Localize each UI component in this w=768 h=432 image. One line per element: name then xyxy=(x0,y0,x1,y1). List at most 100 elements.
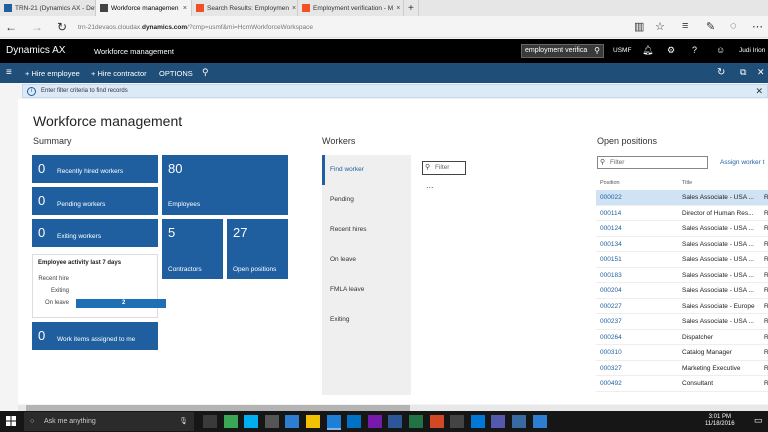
notification-icon[interactable]: ▭ xyxy=(754,415,763,426)
table-row[interactable]: 000237 Sales Associate - USA ... R xyxy=(596,314,768,330)
options-button[interactable]: OPTIONS xyxy=(159,69,193,78)
global-search-input[interactable]: employment verifica ⚲ xyxy=(521,44,604,58)
column-header-position[interactable]: Position xyxy=(600,180,620,186)
forward-arrow-icon[interactable]: → xyxy=(30,20,44,34)
word-icon[interactable] xyxy=(388,415,403,428)
positions-filter-input[interactable]: ⚲ Filter xyxy=(597,156,708,169)
edge-icon[interactable] xyxy=(326,415,341,428)
browser-tab[interactable]: Search Results: Employmen × xyxy=(192,0,298,16)
share-icon[interactable]: ◌ xyxy=(730,20,737,32)
onenote-icon[interactable] xyxy=(367,415,382,428)
position-cell[interactable]: 000134 xyxy=(600,237,622,252)
workers-nav-recent-hires[interactable]: Recent hires xyxy=(330,226,367,233)
employee-activity-chart[interactable]: Employee activity last 7 days Recent hir… xyxy=(32,254,166,318)
tile-exiting-workers[interactable]: 0 Exiting workers xyxy=(32,219,158,247)
refresh-icon[interactable]: ↻ xyxy=(55,20,69,34)
hamburger-menu-icon[interactable]: ≡ xyxy=(6,67,12,78)
refresh-icon[interactable]: ↻ xyxy=(717,67,725,78)
company-picker[interactable]: USMF xyxy=(613,47,631,54)
position-cell[interactable]: 000204 xyxy=(600,283,622,298)
worker-filter-input[interactable]: ⚲ Filter xyxy=(422,161,466,175)
app-icon[interactable] xyxy=(532,415,547,428)
tile-recently-hired-workers[interactable]: 0 Recently hired workers xyxy=(32,155,158,183)
position-cell[interactable]: 000151 xyxy=(600,252,622,267)
settings-icon[interactable] xyxy=(450,415,465,428)
gear-icon[interactable]: ⚙ xyxy=(667,45,675,56)
back-arrow-icon[interactable]: ← xyxy=(4,20,18,34)
microphone-icon[interactable]: 🎙︎ xyxy=(179,412,188,431)
position-cell[interactable]: 000264 xyxy=(600,330,622,345)
table-row[interactable]: 000124 Sales Associate - USA ... R xyxy=(596,221,768,237)
table-row[interactable]: 000114 Director of Human Res... R xyxy=(596,206,768,221)
workers-nav-pending[interactable]: Pending xyxy=(330,196,354,203)
windows-start-icon[interactable] xyxy=(6,416,16,426)
table-row[interactable]: 000134 Sales Associate - USA ... R xyxy=(596,237,768,252)
position-cell[interactable]: 000237 xyxy=(600,314,622,329)
close-icon[interactable]: × xyxy=(289,5,296,12)
position-cell[interactable]: 000492 xyxy=(600,376,622,391)
table-row[interactable]: 000310 Catalog Manager R xyxy=(596,345,768,361)
reading-view-icon[interactable]: ▥ xyxy=(634,20,644,33)
user-name[interactable]: Judi Irion xyxy=(739,47,765,54)
workers-nav-fmla-leave[interactable]: FMLA leave xyxy=(330,286,364,293)
position-cell[interactable]: 000183 xyxy=(600,268,622,283)
close-icon[interactable]: × xyxy=(393,5,400,12)
system-clock[interactable]: 3:01 PM 11/18/2016 xyxy=(705,414,735,428)
search-icon[interactable]: ⚲ xyxy=(594,45,600,57)
url-field[interactable]: trn-21devaos.cloudax.dynamics.com/?cmp=u… xyxy=(78,21,598,34)
position-cell[interactable]: 000227 xyxy=(600,299,622,314)
position-cell[interactable]: 000022 xyxy=(600,190,622,205)
close-icon[interactable]: ✕ xyxy=(755,86,763,97)
photos-icon[interactable] xyxy=(285,415,300,428)
folder-icon[interactable] xyxy=(306,415,320,428)
hire-contractor-button[interactable]: + Hire contractor xyxy=(91,69,147,78)
module-title[interactable]: Workforce management xyxy=(94,47,174,56)
teams-icon[interactable] xyxy=(491,415,506,428)
yammer-icon[interactable] xyxy=(512,415,526,428)
brand-title[interactable]: Dynamics AX xyxy=(6,45,65,56)
powerpoint-icon[interactable] xyxy=(429,415,444,428)
mail-icon[interactable] xyxy=(470,415,485,428)
column-header-title[interactable]: Title xyxy=(682,180,692,186)
hub-icon[interactable]: ≡ xyxy=(682,20,688,32)
help-icon[interactable]: ? xyxy=(692,45,697,55)
store-icon[interactable] xyxy=(264,415,279,428)
table-row[interactable]: 000022 Sales Associate - USA ... R xyxy=(596,190,768,206)
taskbar-search-box[interactable]: ○ Ask me anything 🎙︎ xyxy=(24,412,194,431)
skype-icon[interactable] xyxy=(244,415,259,428)
favorite-star-icon[interactable]: ☆ xyxy=(655,20,665,33)
close-icon[interactable]: × xyxy=(180,5,187,12)
web-note-icon[interactable]: ✎ xyxy=(706,20,715,33)
table-row[interactable]: 000183 Sales Associate - USA ... R xyxy=(596,268,768,283)
position-cell[interactable]: 000327 xyxy=(600,361,622,376)
position-cell[interactable]: 000124 xyxy=(600,221,622,236)
table-row[interactable]: 000151 Sales Associate - USA ... R xyxy=(596,252,768,268)
workers-nav-find-worker[interactable]: Find worker xyxy=(330,166,364,173)
tile-pending-workers[interactable]: 0 Pending workers xyxy=(32,187,158,215)
excel-icon[interactable] xyxy=(409,415,423,428)
table-row[interactable]: 000204 Sales Associate - USA ... R xyxy=(596,283,768,299)
new-tab-button[interactable]: + xyxy=(404,0,419,16)
browser-tab[interactable]: Employment verification - M × xyxy=(298,0,404,16)
table-row[interactable]: 000264 Dispatcher R xyxy=(596,330,768,345)
tile-work-items-assigned[interactable]: 0 Work items assigned to me xyxy=(32,322,158,350)
tile-employees[interactable]: 80 Employees xyxy=(162,155,288,215)
outlook-icon[interactable] xyxy=(347,415,362,428)
hire-employee-button[interactable]: + Hire employee xyxy=(25,69,80,78)
workers-nav-exiting[interactable]: Exiting xyxy=(330,316,350,323)
position-cell[interactable]: 000114 xyxy=(600,206,621,221)
tile-contractors[interactable]: 5 Contractors xyxy=(162,219,223,279)
assign-worker-link[interactable]: Assign worker t xyxy=(720,159,764,166)
browser-tab[interactable]: TRN-21 (Dynamics AX - Dev× xyxy=(0,0,96,16)
table-row[interactable]: 000227 Sales Associate - Europe R xyxy=(596,299,768,314)
browser-tab[interactable]: Workforce managemen × xyxy=(96,0,192,16)
close-icon[interactable]: ✕ xyxy=(757,67,765,78)
workers-nav-on-leave[interactable]: On leave xyxy=(330,256,356,263)
table-row[interactable]: 000327 Marketing Executive R xyxy=(596,361,768,376)
tile-open-positions[interactable]: 27 Open positions xyxy=(227,219,288,279)
task-view-icon[interactable] xyxy=(203,415,217,428)
table-row[interactable]: 000492 Consultant R xyxy=(596,376,768,392)
feedback-smiley-icon[interactable]: ☺ xyxy=(716,45,725,55)
more-icon[interactable]: ⋯ xyxy=(752,20,763,33)
more-options-link[interactable]: ... xyxy=(426,180,434,190)
